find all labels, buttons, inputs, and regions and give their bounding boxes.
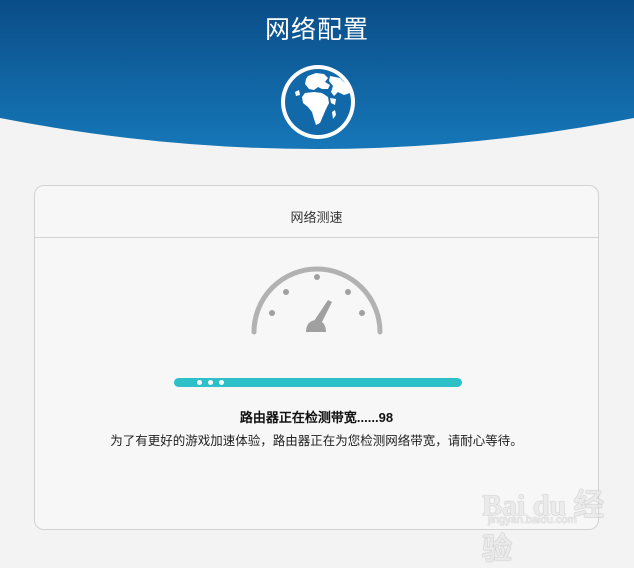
page-title: 网络配置 — [264, 16, 369, 44]
progress-dot — [208, 380, 213, 385]
progress-bar — [174, 378, 462, 387]
hint-text: 为了有更好的游戏加速体验，路由器正在为您检测网络带宽，请耐心等待。 — [110, 434, 523, 448]
card-title: 网络测速 — [290, 210, 343, 225]
card-divider — [35, 237, 598, 238]
progress-dot — [197, 380, 202, 385]
baidu-watermark: Bai du 经验 jingyan.baidu.com — [482, 480, 632, 566]
progress-dot — [219, 380, 224, 385]
watermark-url: jingyan.baidu.com — [488, 514, 577, 526]
globe-icon — [281, 65, 355, 139]
header-banner: 网络配置 — [0, 0, 634, 160]
status-text: 路由器正在检测带宽......98 — [239, 410, 394, 425]
speed-test-card: 网络测速 路由器正在检测带宽......98 为了有更好的游戏加速体验，路由器正… — [34, 185, 599, 530]
speedometer-icon — [251, 266, 383, 335]
